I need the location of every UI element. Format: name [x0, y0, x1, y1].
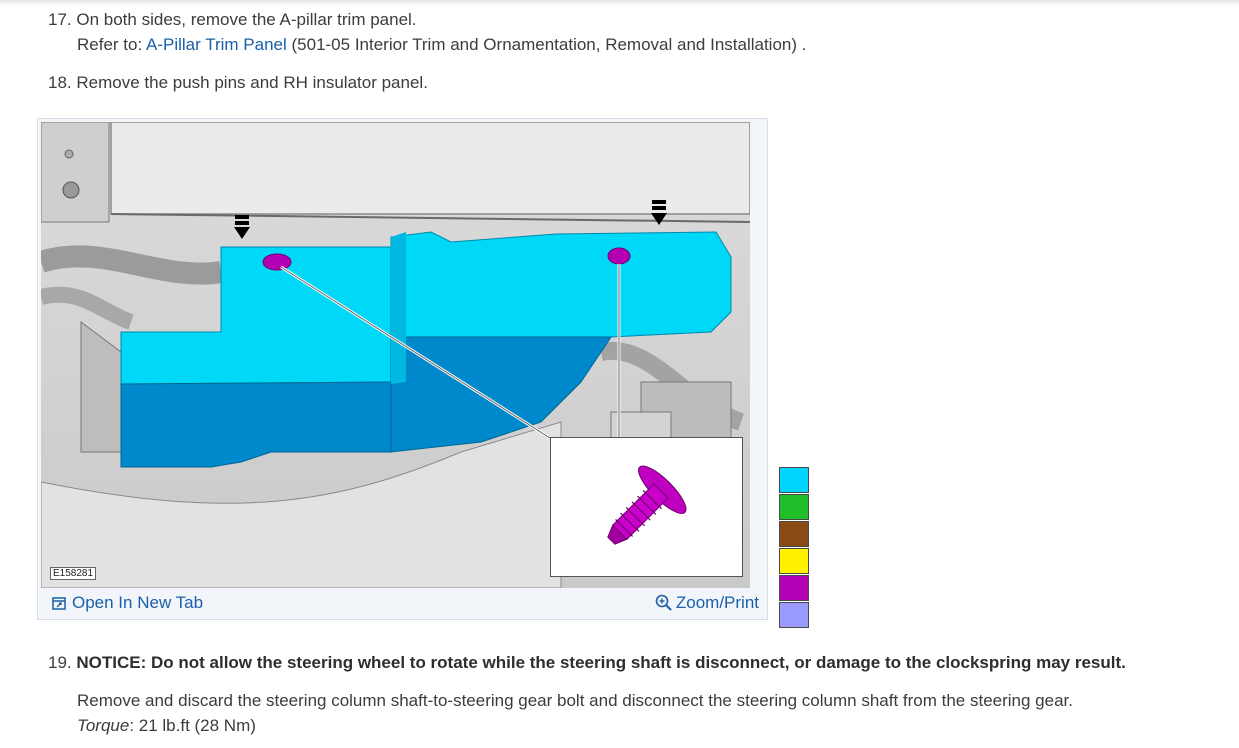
refer-prefix: Refer to: — [77, 35, 143, 54]
step-19-body: Remove and discard the steering column s… — [77, 691, 1073, 710]
legend-swatch — [779, 494, 809, 520]
step-number: 17. — [48, 10, 72, 29]
color-legend — [779, 467, 809, 629]
legend-swatch — [779, 575, 809, 601]
legend-swatch — [779, 467, 809, 493]
zoom-icon — [655, 594, 672, 611]
torque-value: : 21 lb.ft (28 Nm) — [129, 716, 256, 735]
figure-panel: E158281 Open In New Tab Zoom/Print — [37, 118, 768, 620]
open-tab-label: Open In New Tab — [72, 593, 204, 612]
top-divider — [0, 0, 1239, 6]
push-pin-icon — [607, 465, 687, 545]
notice-text: NOTICE: Do not allow the steering wheel … — [76, 653, 1126, 672]
torque-label: Torque — [77, 716, 130, 735]
step-number: 19. — [48, 653, 72, 672]
legend-swatch — [779, 521, 809, 547]
zoom-label: Zoom/Print — [675, 593, 759, 612]
step-17-reference: Refer to: A-Pillar Trim Panel (501-05 In… — [77, 34, 806, 56]
legend-swatch — [779, 548, 809, 574]
legend-swatch — [779, 602, 809, 628]
open-tab-icon — [52, 597, 66, 610]
step-text: On both sides, remove the A-pillar trim … — [76, 10, 417, 29]
zoom-print-link[interactable]: Zoom/Print — [655, 593, 759, 613]
figure-id-label: E158281 — [50, 567, 97, 580]
push-pin-detail-inset — [550, 437, 743, 577]
step-18: 18. Remove the push pins and RH insulato… — [48, 72, 428, 94]
step-number: 18. — [48, 73, 72, 92]
a-pillar-trim-link[interactable]: A-Pillar Trim Panel — [146, 35, 287, 54]
step-19: 19. NOTICE: Do not allow the steering wh… — [48, 652, 1126, 674]
torque-spec: Torque: 21 lb.ft (28 Nm) — [77, 715, 256, 737]
step-text: Remove the push pins and RH insulator pa… — [76, 73, 428, 92]
refer-suffix: (501-05 Interior Trim and Ornamentation,… — [291, 35, 807, 54]
figure-toolbar: Open In New Tab Zoom/Print — [38, 589, 767, 619]
open-in-new-tab-link[interactable]: Open In New Tab — [52, 593, 203, 613]
step-17: 17. On both sides, remove the A-pillar t… — [48, 9, 417, 31]
